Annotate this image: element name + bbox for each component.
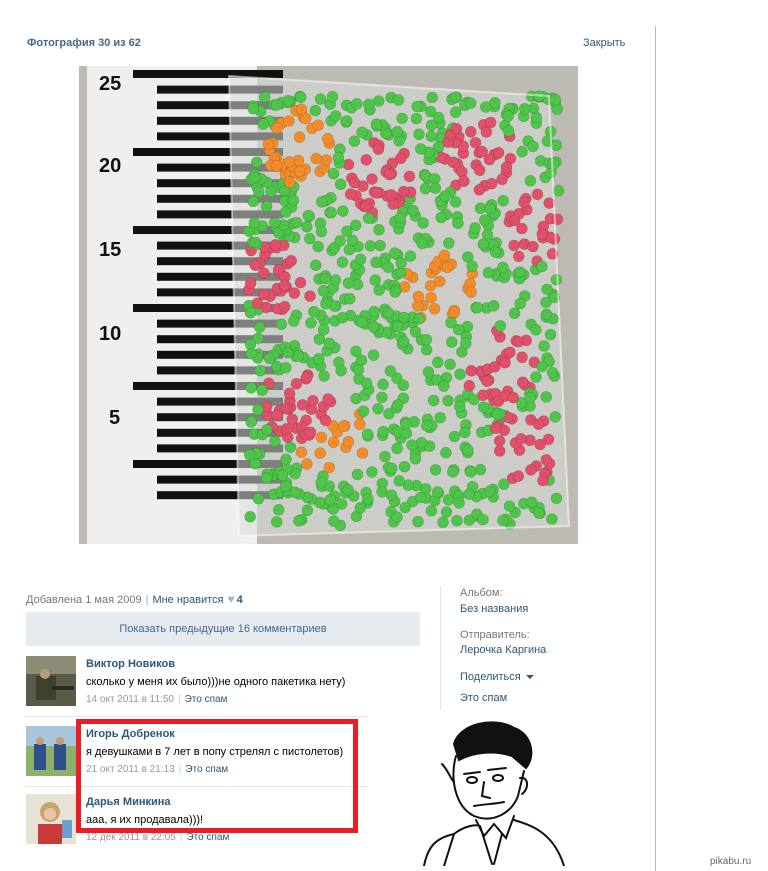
comment-divider <box>26 716 368 717</box>
like-count: 4 <box>236 594 243 606</box>
photo-viewer-image[interactable]: 25 20 15 10 5 <box>79 66 578 544</box>
ruler-number: 20 <box>99 155 121 177</box>
avatar[interactable] <box>26 726 76 776</box>
ruler-number: 25 <box>99 73 121 95</box>
ruler-number: 15 <box>99 239 121 261</box>
comment-author[interactable]: Виктор Новиков <box>86 658 175 670</box>
like-link[interactable]: Мне нравится <box>152 594 223 606</box>
photo-meta: Добавлена 1 мая 2009 | Мне нравится ♥ 4 <box>26 592 243 606</box>
spam-link[interactable]: Это спам <box>185 694 228 705</box>
highlight-frame <box>76 719 358 833</box>
album-label: Альбом: <box>460 587 503 599</box>
show-previous-comments-button[interactable]: Показать предыдущие 16 комментариев <box>26 612 420 646</box>
close-link[interactable]: Закрыть <box>583 37 625 49</box>
photo-bag-of-balls: 25 20 15 10 5 <box>79 66 578 544</box>
watermark: pikabu.ru <box>710 856 752 867</box>
spam-link[interactable]: Это спам <box>186 832 229 843</box>
comment-date: 14 окт 2011 в 11:50 | Это спам <box>86 694 228 705</box>
window-divider <box>655 26 656 871</box>
ruler-number: 5 <box>109 407 120 429</box>
meme-face-image <box>414 716 584 867</box>
avatar[interactable] <box>26 656 76 706</box>
photo-counter-title: Фотография 30 из 62 <box>27 37 141 49</box>
comment-timestamp: 12 дек 2011 в 22:05 <box>86 832 176 843</box>
sender-label: Отправитель: <box>460 629 530 641</box>
avatar[interactable] <box>26 794 76 844</box>
comment-date: 12 дек 2011 в 22:05 | Это спам <box>86 832 230 843</box>
sender-link[interactable]: Лерочка Каргина <box>460 644 546 656</box>
ruler-number: 10 <box>99 323 121 345</box>
share-label[interactable]: Поделиться <box>460 671 521 683</box>
heart-icon[interactable]: ♥ <box>228 592 235 606</box>
comment-item: Виктор Новиков сколько у меня их было)))… <box>26 656 420 711</box>
share-button[interactable]: Поделиться <box>460 671 534 683</box>
sidebar-divider <box>440 586 441 710</box>
chevron-down-icon[interactable] <box>525 675 534 680</box>
album-link[interactable]: Без названия <box>460 603 528 615</box>
sidebar-spam-link[interactable]: Это спам <box>460 692 507 704</box>
added-date: Добавлена 1 мая 2009 <box>26 594 142 606</box>
comment-text: сколько у меня их было)))не одного пакет… <box>86 676 346 688</box>
comment-timestamp: 14 окт 2011 в 11:50 <box>86 694 174 705</box>
